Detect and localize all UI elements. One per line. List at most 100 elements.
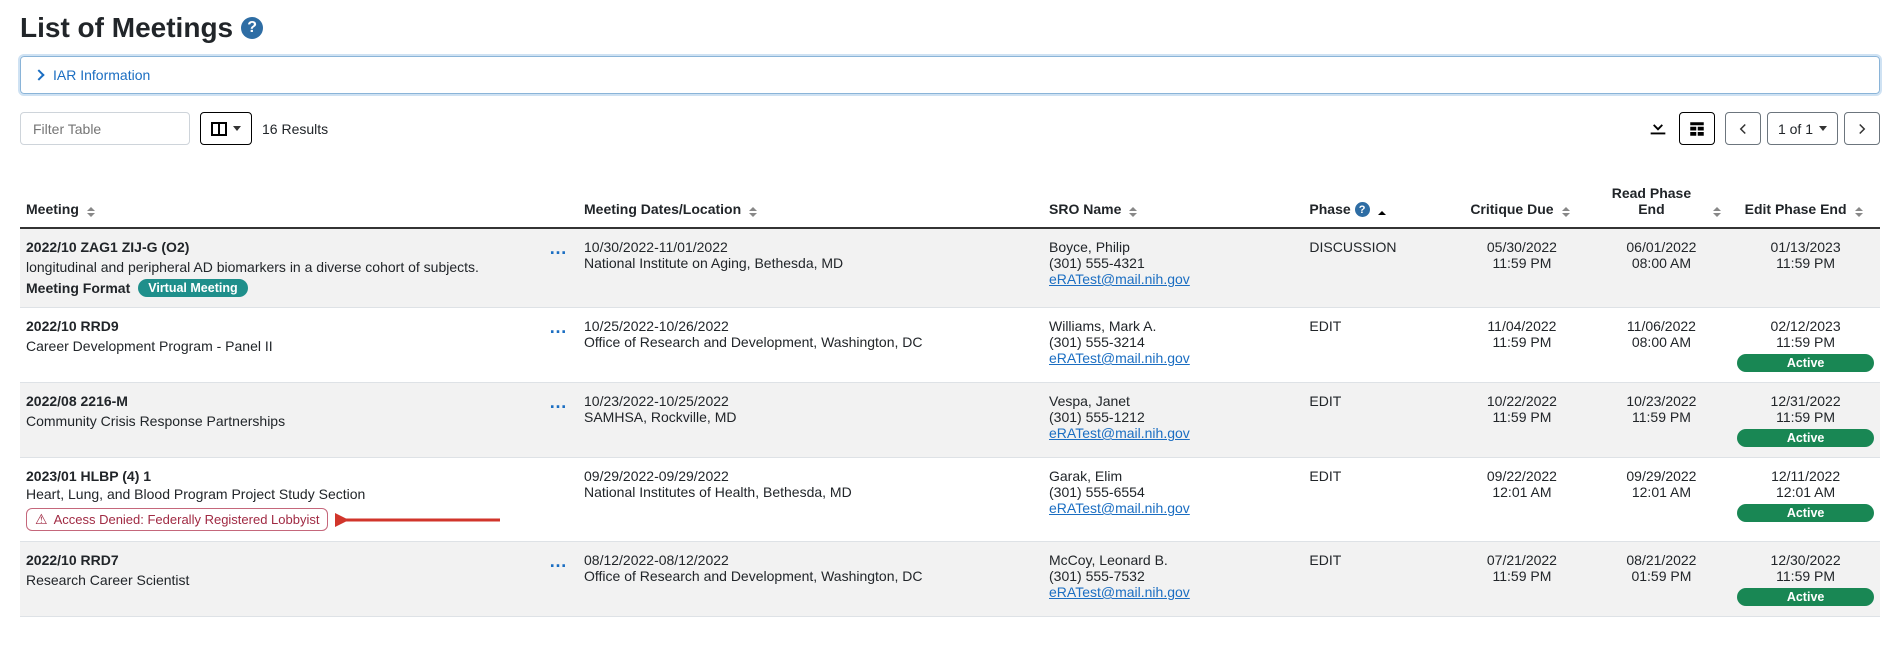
editphase-date: 01/13/2023 [1737,239,1874,255]
cell-phase: EDIT [1303,542,1452,617]
cell-editphase: 02/12/2023 11:59 PM Active [1731,308,1880,383]
meeting-dates: 08/12/2022-08/12/2022 [584,552,1037,568]
row-actions-button[interactable]: … [545,552,572,570]
readphase-time: 08:00 AM [1598,255,1726,271]
active-badge: Active [1737,588,1874,606]
chevron-right-icon [1853,120,1871,138]
cell-meeting: 2023/01 HLBP (4) 1 Heart, Lung, and Bloo… [20,458,578,542]
table-toolbar: 16 Results 1 of 1 [20,112,1880,145]
sro-phone: (301) 555-4321 [1049,255,1297,271]
sort-icon [1855,207,1863,217]
col-editphase[interactable]: Edit Phase End [1731,157,1880,228]
iar-info-panel[interactable]: IAR Information [20,56,1880,94]
meeting-description: Research Career Scientist [26,572,572,588]
meeting-description: longitudinal and peripheral AD biomarker… [26,259,572,275]
page-select[interactable]: 1 of 1 [1767,112,1838,145]
sro-email-link[interactable]: eRATest@mail.nih.gov [1049,425,1297,441]
cell-dates: 10/30/2022-11/01/2022 National Institute… [578,228,1043,308]
table-row: 2022/10 ZAG1 ZIJ-G (O2) … longitudinal a… [20,228,1880,308]
sro-name: McCoy, Leonard B. [1049,552,1297,568]
page-label: 1 of 1 [1778,121,1813,137]
phase-value: DISCUSSION [1309,239,1396,255]
readphase-time: 08:00 AM [1598,334,1726,350]
cell-phase: EDIT [1303,458,1452,542]
chevron-left-icon [1734,120,1752,138]
col-meeting[interactable]: Meeting [20,157,578,228]
sro-email-link[interactable]: eRATest@mail.nih.gov [1049,350,1297,366]
meeting-dates: 09/29/2022-09/29/2022 [584,468,1037,484]
warning-icon: ⚠ [35,511,48,528]
row-actions-button[interactable]: … [545,239,572,257]
cell-meeting: 2022/10 RRD7 … Research Career Scientist [20,542,578,617]
annotation-arrow-icon [335,511,505,529]
column-select-button[interactable] [200,112,252,145]
critique-date: 10/22/2022 [1458,393,1586,409]
editphase-time: 11:59 PM [1737,568,1874,584]
sort-icon [1562,207,1570,217]
readphase-date: 10/23/2022 [1598,393,1726,409]
editphase-time: 11:59 PM [1737,255,1874,271]
cell-editphase: 01/13/2023 11:59 PM [1731,228,1880,308]
page-title-text: List of Meetings [20,12,233,44]
access-denied-text: Access Denied: Federally Registered Lobb… [54,512,320,527]
cell-readphase: 10/23/2022 11:59 PM [1592,383,1732,458]
critique-time: 11:59 PM [1458,568,1586,584]
cell-meeting: 2022/10 RRD9 … Career Development Progra… [20,308,578,383]
phase-value: EDIT [1309,468,1341,484]
sro-name: Garak, Elim [1049,468,1297,484]
meeting-location: Office of Research and Development, Wash… [584,334,1037,350]
table-row: 2023/01 HLBP (4) 1 Heart, Lung, and Bloo… [20,458,1880,542]
col-readphase[interactable]: Read Phase End [1592,157,1732,228]
help-icon[interactable]: ? [1355,202,1370,217]
help-icon[interactable]: ? [241,17,263,39]
cell-dates: 09/29/2022-09/29/2022 National Institute… [578,458,1043,542]
grid-view-button[interactable] [1679,112,1715,145]
sort-icon [87,207,95,217]
caret-down-icon [1819,126,1827,131]
virtual-meeting-badge: Virtual Meeting [138,279,247,297]
cell-sro: Boyce, Philip (301) 555-4321 eRATest@mai… [1043,228,1303,308]
caret-down-icon [233,126,241,131]
cell-sro: McCoy, Leonard B. (301) 555-7532 eRATest… [1043,542,1303,617]
sro-email-link[interactable]: eRATest@mail.nih.gov [1049,500,1297,516]
table-row: 2022/10 RRD7 … Research Career Scientist… [20,542,1880,617]
meeting-location: National Institute on Aging, Bethesda, M… [584,255,1037,271]
active-badge: Active [1737,429,1874,447]
editphase-date: 12/31/2022 [1737,393,1874,409]
info-panel-label: IAR Information [53,67,150,83]
col-phase[interactable]: Phase ? [1303,157,1452,228]
page-prev-button[interactable] [1725,112,1761,145]
cell-dates: 10/25/2022-10/26/2022 Office of Research… [578,308,1043,383]
cell-critique: 09/22/2022 12:01 AM [1452,458,1592,542]
sro-email-link[interactable]: eRATest@mail.nih.gov [1049,584,1297,600]
meeting-code: 2022/10 RRD9 [26,318,545,334]
col-sro[interactable]: SRO Name [1043,157,1303,228]
row-actions-button[interactable]: … [545,318,572,336]
filter-input[interactable] [20,112,190,145]
cell-editphase: 12/11/2022 12:01 AM Active [1731,458,1880,542]
sort-icon [1713,207,1721,217]
cell-readphase: 08/21/2022 01:59 PM [1592,542,1732,617]
row-actions-button[interactable]: … [545,393,572,411]
meeting-location: Office of Research and Development, Wash… [584,568,1037,584]
phase-value: EDIT [1309,552,1341,568]
page-next-button[interactable] [1844,112,1880,145]
meeting-dates: 10/30/2022-11/01/2022 [584,239,1037,255]
active-badge: Active [1737,354,1874,372]
sro-phone: (301) 555-6554 [1049,484,1297,500]
critique-time: 11:59 PM [1458,409,1586,425]
col-critique[interactable]: Critique Due [1452,157,1592,228]
editphase-time: 11:59 PM [1737,409,1874,425]
sro-name: Vespa, Janet [1049,393,1297,409]
col-dates[interactable]: Meeting Dates/Location [578,157,1043,228]
cell-readphase: 06/01/2022 08:00 AM [1592,228,1732,308]
download-button[interactable] [1647,116,1669,141]
cell-dates: 10/23/2022-10/25/2022 SAMHSA, Rockville,… [578,383,1043,458]
sort-asc-icon [1378,211,1386,217]
cell-sro: Garak, Elim (301) 555-6554 eRATest@mail.… [1043,458,1303,542]
sro-email-link[interactable]: eRATest@mail.nih.gov [1049,271,1297,287]
table-row: 2022/08 2216-M … Community Crisis Respon… [20,383,1880,458]
sro-name: Williams, Mark A. [1049,318,1297,334]
cell-editphase: 12/31/2022 11:59 PM Active [1731,383,1880,458]
cell-critique: 05/30/2022 11:59 PM [1452,228,1592,308]
